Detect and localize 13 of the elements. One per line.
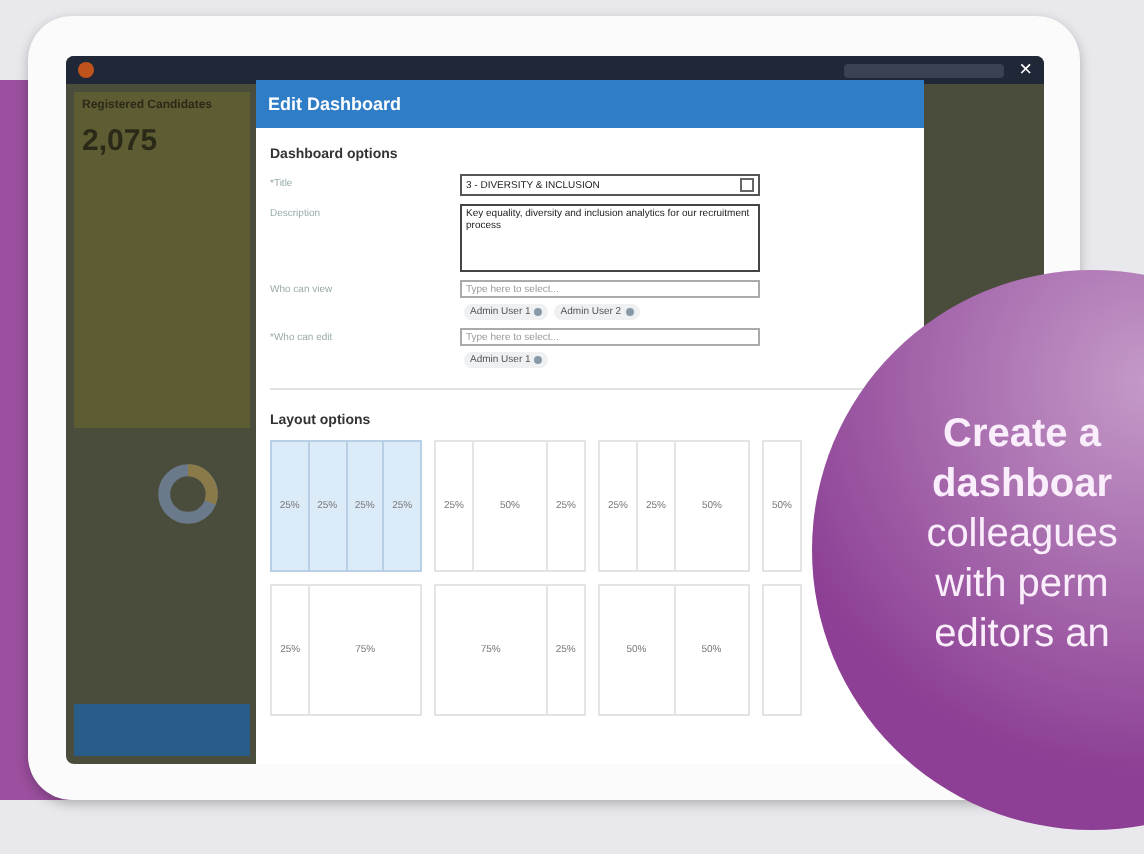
remove-icon[interactable] <box>534 308 543 316</box>
logo-icon <box>78 62 94 78</box>
remove-icon[interactable] <box>534 356 543 364</box>
promo-text: colleagues <box>926 510 1118 560</box>
close-button[interactable]: × <box>1019 58 1032 82</box>
donut-drawing <box>154 460 222 528</box>
promo-text: editors an <box>934 610 1110 660</box>
dialog-title: Edit Dashboard <box>256 80 924 128</box>
promo-text: dashboar <box>931 460 1113 510</box>
promo-text: Create a <box>943 410 1101 460</box>
promo-text: with perm <box>935 560 1109 610</box>
remove-icon[interactable] <box>625 308 634 316</box>
search-field[interactable] <box>843 63 1004 77</box>
